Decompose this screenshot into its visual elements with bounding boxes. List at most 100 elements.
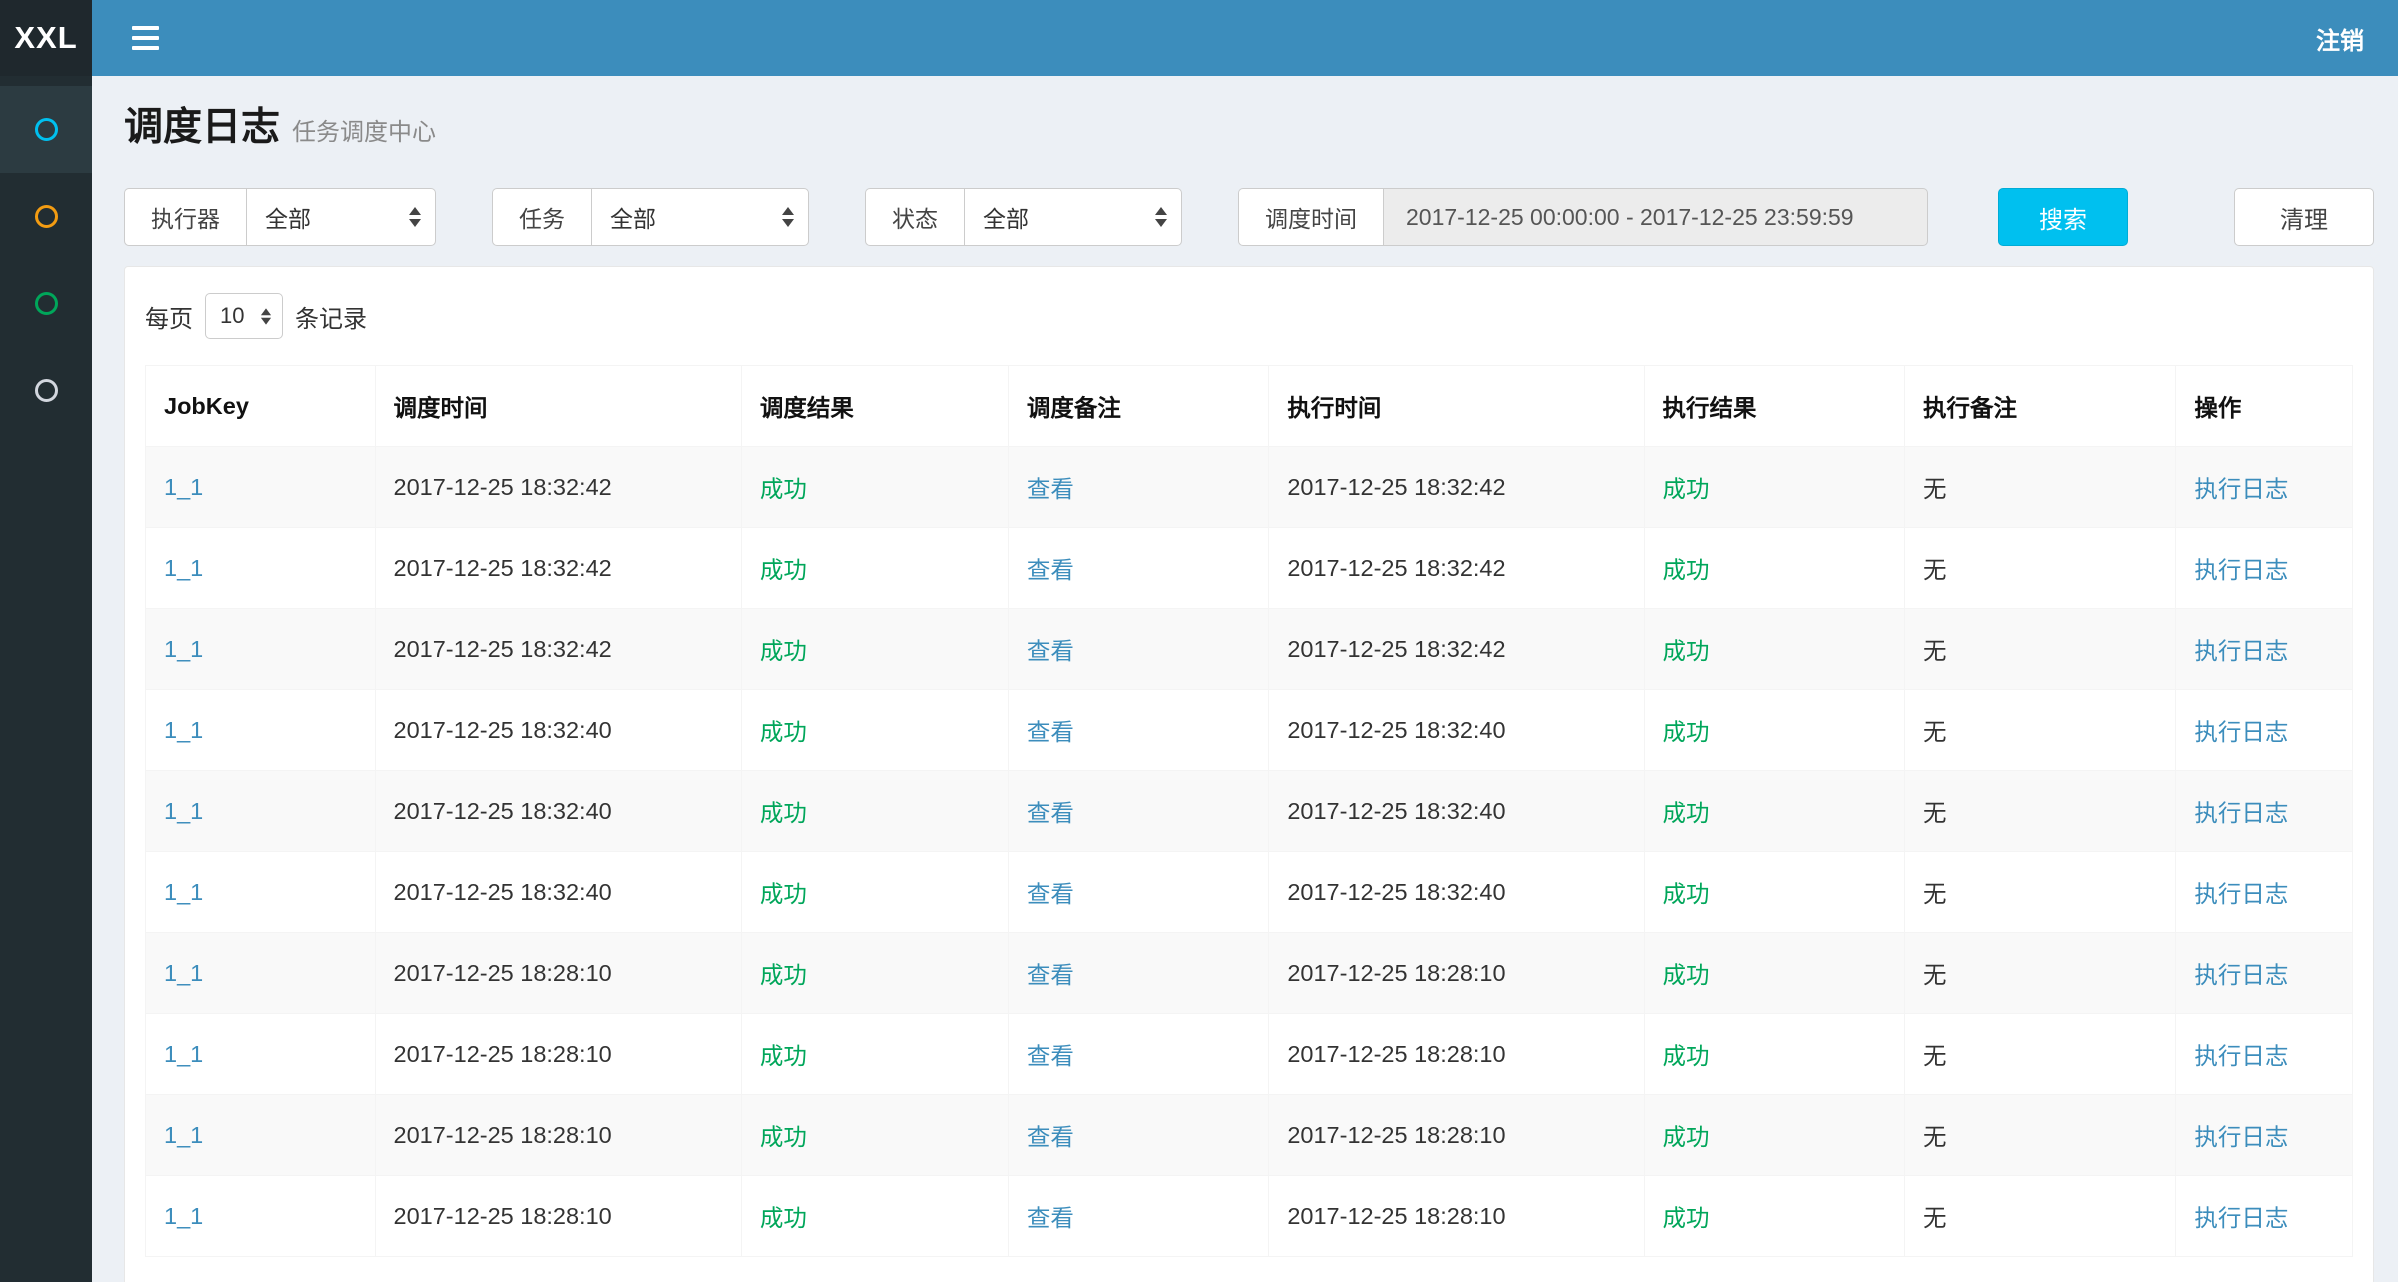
handle-time-cell: 2017-12-25 18:32:42 [1269,528,1644,609]
executor-filter-select[interactable]: 全部 [246,188,436,246]
trigger-time-cell: 2017-12-25 18:28:10 [375,933,741,1014]
app-logo[interactable]: XXL [0,0,92,76]
handle-msg-cell: 无 [1904,690,2175,771]
column-header: 执行结果 [1644,366,1904,447]
exec-log-link[interactable]: 执行日志 [2194,962,2288,988]
trigger-result-cell: 成功 [741,852,1008,933]
clear-button[interactable]: 清理 [2234,188,2374,246]
search-button[interactable]: 搜索 [1998,188,2128,246]
jobkey-link[interactable]: 1_1 [164,798,203,824]
trigger-time-range-input[interactable]: 2017-12-25 00:00:00 - 2017-12-25 23:59:5… [1383,188,1928,246]
top-navbar: XXL 注销 [0,0,2398,76]
executor-filter-label: 执行器 [124,188,246,246]
exec-log-link[interactable]: 执行日志 [2194,719,2288,745]
jobkey-link[interactable]: 1_1 [164,555,203,581]
page-size-prefix: 每页 [145,299,193,334]
sidebar-item-4[interactable] [0,347,92,434]
exec-log-link-cell: 执行日志 [2176,447,2353,528]
page-title: 调度日志 [124,106,280,150]
trigger-result-cell: 成功 [741,933,1008,1014]
trigger-msg-link[interactable]: 查看 [1027,1205,1074,1231]
exec-log-link-cell: 执行日志 [2176,1095,2353,1176]
trigger-result-cell: 成功 [741,690,1008,771]
exec-log-link[interactable]: 执行日志 [2194,800,2288,826]
jobkey-link-cell: 1_1 [146,933,376,1014]
executor-filter-group: 执行器 全部 [124,188,436,246]
jobkey-link[interactable]: 1_1 [164,1041,203,1067]
table-row: 1_12017-12-25 18:32:42成功查看2017-12-25 18:… [146,609,2353,690]
circle-icon [35,379,58,402]
trigger-msg-link[interactable]: 查看 [1027,1124,1074,1150]
page-size-select[interactable]: 10 [205,293,283,339]
handle-msg-cell: 无 [1904,528,2175,609]
trigger-time-cell: 2017-12-25 18:32:42 [375,609,741,690]
trigger-msg-link[interactable]: 查看 [1027,800,1074,826]
filter-bar: 执行器 全部 任务 全部 状态 全部 [124,188,2374,246]
jobkey-link-cell: 1_1 [146,447,376,528]
table-row: 1_12017-12-25 18:28:10成功查看2017-12-25 18:… [146,933,2353,1014]
exec-log-link[interactable]: 执行日志 [2194,1043,2288,1069]
handle-time-cell: 2017-12-25 18:32:40 [1269,852,1644,933]
trigger-msg-link[interactable]: 查看 [1027,719,1074,745]
exec-log-link[interactable]: 执行日志 [2194,557,2288,583]
circle-icon [35,205,58,228]
jobkey-link[interactable]: 1_1 [164,717,203,743]
table-row: 1_12017-12-25 18:32:40成功查看2017-12-25 18:… [146,690,2353,771]
job-filter-select[interactable]: 全部 [591,188,809,246]
sidebar-item-2[interactable] [0,173,92,260]
handle-msg-cell: 无 [1904,1176,2175,1257]
trigger-result-cell: 成功 [741,771,1008,852]
trigger-time-cell: 2017-12-25 18:28:10 [375,1095,741,1176]
log-table-header-row: JobKey调度时间调度结果调度备注执行时间执行结果执行备注操作 [146,366,2353,447]
trigger-time-filter-label: 调度时间 [1238,188,1383,246]
trigger-time-cell: 2017-12-25 18:32:42 [375,447,741,528]
sidebar-item-1[interactable] [0,86,92,173]
exec-log-link[interactable]: 执行日志 [2194,881,2288,907]
trigger-time-cell: 2017-12-25 18:32:40 [375,771,741,852]
trigger-msg-link-cell: 查看 [1008,1014,1268,1095]
jobkey-link[interactable]: 1_1 [164,636,203,662]
logout-link[interactable]: 注销 [2308,11,2372,66]
handle-time-cell: 2017-12-25 18:28:10 [1269,1095,1644,1176]
exec-log-link[interactable]: 执行日志 [2194,1124,2288,1150]
trigger-result-cell: 成功 [741,1014,1008,1095]
trigger-msg-link[interactable]: 查看 [1027,638,1074,664]
trigger-msg-link[interactable]: 查看 [1027,557,1074,583]
jobkey-link[interactable]: 1_1 [164,960,203,986]
trigger-result-cell: 成功 [741,528,1008,609]
exec-log-link[interactable]: 执行日志 [2194,1205,2288,1231]
handle-msg-cell: 无 [1904,852,2175,933]
table-row: 1_12017-12-25 18:32:40成功查看2017-12-25 18:… [146,771,2353,852]
exec-log-link-cell: 执行日志 [2176,690,2353,771]
jobkey-link[interactable]: 1_1 [164,1122,203,1148]
circle-icon [35,292,58,315]
handle-result-cell: 成功 [1644,528,1904,609]
page-subtitle: 任务调度中心 [292,112,436,147]
jobkey-link[interactable]: 1_1 [164,1203,203,1229]
handle-result-cell: 成功 [1644,852,1904,933]
trigger-msg-link[interactable]: 查看 [1027,476,1074,502]
trigger-msg-link-cell: 查看 [1008,1095,1268,1176]
handle-result-cell: 成功 [1644,690,1904,771]
handle-time-cell: 2017-12-25 18:32:42 [1269,609,1644,690]
handle-result-cell: 成功 [1644,1095,1904,1176]
exec-log-link[interactable]: 执行日志 [2194,476,2288,502]
handle-time-cell: 2017-12-25 18:28:10 [1269,1014,1644,1095]
jobkey-link[interactable]: 1_1 [164,879,203,905]
trigger-msg-link[interactable]: 查看 [1027,1043,1074,1069]
handle-msg-cell: 无 [1904,933,2175,1014]
navbar-main: 注销 [92,0,2398,76]
select-arrows-icon [261,308,271,324]
menu-icon[interactable] [122,16,169,60]
trigger-msg-link[interactable]: 查看 [1027,881,1074,907]
handle-time-cell: 2017-12-25 18:28:10 [1269,1176,1644,1257]
trigger-msg-link[interactable]: 查看 [1027,962,1074,988]
page-size-row: 每页 10 条记录 [145,293,2353,339]
status-filter-select[interactable]: 全部 [964,188,1182,246]
jobkey-link[interactable]: 1_1 [164,474,203,500]
handle-msg-cell: 无 [1904,1014,2175,1095]
sidebar-item-3[interactable] [0,260,92,347]
exec-log-link[interactable]: 执行日志 [2194,638,2288,664]
handle-result-cell: 成功 [1644,1176,1904,1257]
handle-msg-cell: 无 [1904,609,2175,690]
